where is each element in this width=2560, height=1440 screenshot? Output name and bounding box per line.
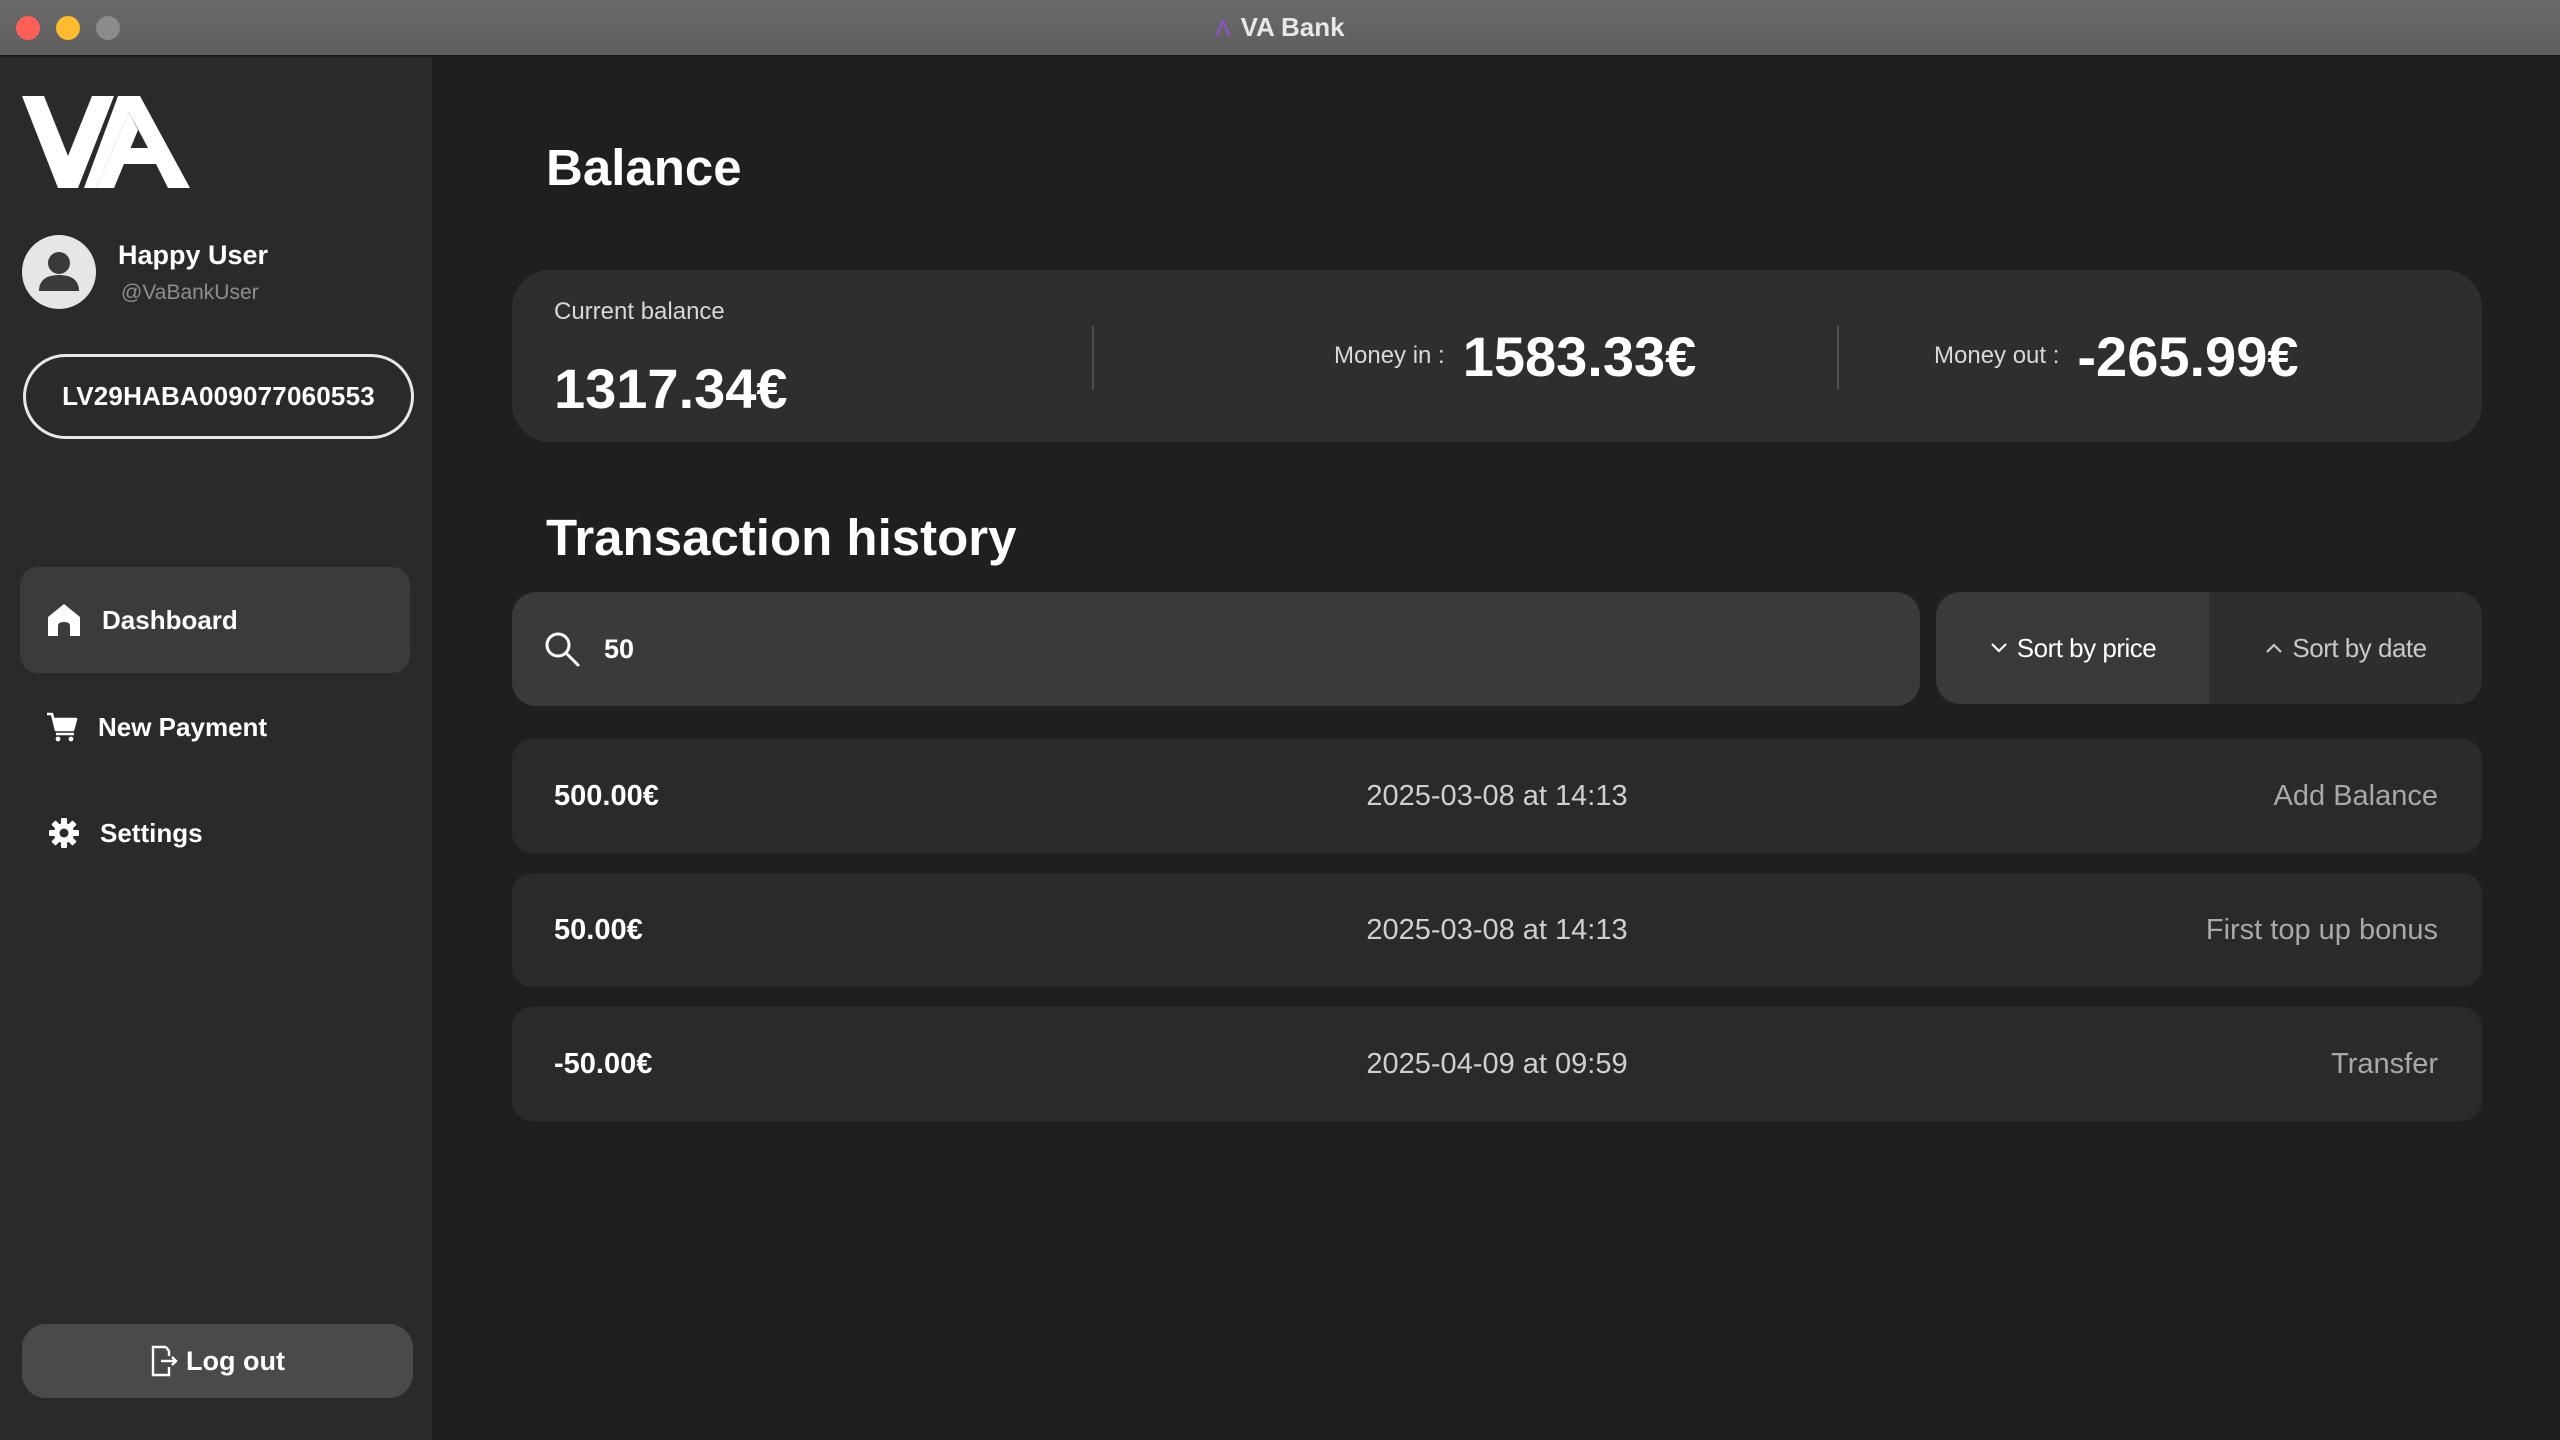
transaction-date: 2025-03-08 at 14:13: [1366, 780, 1628, 812]
transaction-row[interactable]: 500.00€ 2025-03-08 at 14:13 Add Balance: [512, 739, 2482, 853]
logout-label: Log out: [186, 1345, 285, 1376]
sidebar-item-label: Dashboard: [102, 604, 238, 635]
window-title: ⋀ VA Bank: [1215, 12, 1344, 43]
minimize-window-button[interactable]: [56, 16, 80, 40]
transaction-row[interactable]: -50.00€ 2025-04-09 at 09:59 Transfer: [512, 1007, 2482, 1121]
cart-icon: [47, 712, 78, 742]
money-out-value: -265.99€: [2077, 324, 2299, 388]
va-logo-icon: [22, 96, 190, 188]
chevron-up-icon: [2266, 643, 2283, 653]
divider: [1837, 326, 1839, 390]
logout-icon: [151, 1345, 178, 1377]
sidebar-item-dashboard[interactable]: Dashboard: [20, 567, 410, 673]
sort-by-price-button[interactable]: Sort by price: [1936, 592, 2209, 704]
balance-heading: Balance: [546, 139, 742, 196]
current-balance-value: 1317.34€: [554, 357, 788, 420]
sort-by-date-label: Sort by date: [2292, 632, 2427, 663]
transaction-description: Add Balance: [2273, 780, 2438, 812]
search-icon: [545, 632, 580, 667]
transaction-date: 2025-04-09 at 09:59: [1366, 1048, 1628, 1080]
money-out-stat: Money out : -265.99€: [1934, 270, 2298, 442]
money-out-label: Money out :: [1934, 342, 2060, 369]
user-handle: @VaBankUser: [121, 280, 259, 304]
transaction-date: 2025-03-08 at 14:13: [1366, 914, 1628, 946]
sort-by-date-button[interactable]: Sort by date: [2209, 592, 2482, 704]
user-avatar-icon: [39, 252, 79, 291]
account-number-pill[interactable]: LV29HABA009077060553: [23, 354, 414, 439]
transaction-row[interactable]: 50.00€ 2025-03-08 at 14:13 First top up …: [512, 873, 2482, 987]
window-title-text: VA Bank: [1240, 12, 1345, 42]
money-in-value: 1583.33€: [1462, 324, 1697, 388]
transaction-description: Transfer: [2331, 1048, 2438, 1080]
money-in-label: Money in :: [1334, 342, 1445, 369]
gear-icon: [49, 818, 79, 848]
maximize-window-button[interactable]: [96, 16, 120, 40]
logout-button[interactable]: Log out: [22, 1324, 413, 1398]
sidebar: Happy User @VaBankUser LV29HABA009077060…: [0, 57, 432, 1440]
user-name: Happy User: [118, 239, 269, 270]
sort-by-price-label: Sort by price: [2016, 632, 2157, 663]
chevron-down-icon: [1990, 643, 2007, 653]
title-bar: ⋀ VA Bank: [0, 0, 2560, 56]
avatar: [22, 235, 96, 309]
balance-card: Current balance 1317.34€ Money in : 1583…: [512, 270, 2482, 442]
divider: [1092, 326, 1094, 390]
search-input[interactable]: 50: [512, 592, 1920, 706]
home-icon: [48, 604, 80, 636]
sidebar-item-settings[interactable]: Settings: [20, 780, 410, 886]
current-balance-label: Current balance: [554, 298, 725, 325]
search-value: 50: [604, 633, 635, 664]
sidebar-item-label: New Payment: [98, 711, 268, 742]
app-logo-icon: ⋀: [1215, 17, 1230, 37]
money-in-stat: Money in : 1583.33€: [1334, 270, 1696, 442]
sidebar-item-new-payment[interactable]: New Payment: [20, 674, 410, 780]
close-window-button[interactable]: [16, 16, 40, 40]
app-window: ⋀ VA Bank Happy User @VaBankUser LV29HAB…: [0, 0, 2560, 1440]
transaction-history-heading: Transaction history: [546, 509, 1017, 566]
transaction-description: First top up bonus: [2205, 914, 2438, 946]
sidebar-item-label: Settings: [100, 817, 203, 848]
user-profile: Happy User @VaBankUser: [22, 235, 268, 309]
sort-toggle-group: Sort by price Sort by date: [1936, 592, 2482, 704]
